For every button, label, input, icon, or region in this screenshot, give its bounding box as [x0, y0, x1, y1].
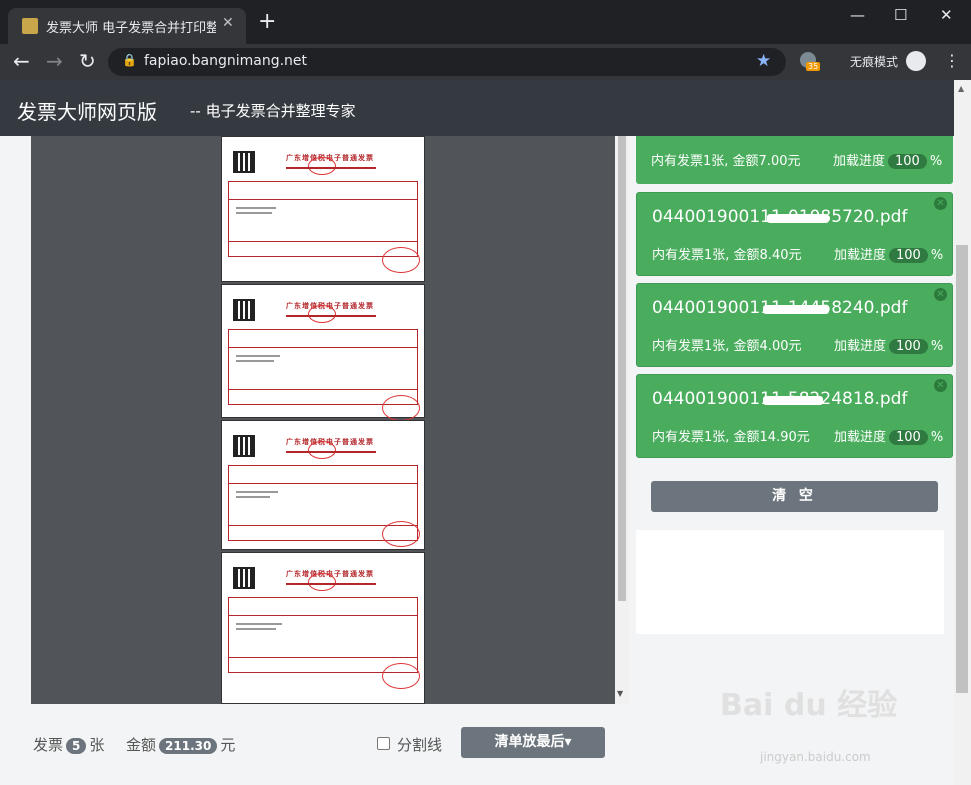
invoice-preview[interactable]: 广东增值税电子普通发票 广东增值税电子普通发票 广东增值税电子普通发票 广东增值… — [31, 136, 615, 704]
baidu-watermark-url: jingyan.baidu.com — [760, 750, 871, 764]
invoice-page: 广东增值税电子普通发票 — [221, 136, 425, 282]
remove-file-icon[interactable]: ✕ — [934, 288, 947, 301]
favicon-icon — [22, 18, 38, 34]
load-progress: 加载进度 100% — [834, 248, 944, 263]
invoice-count-badge: 5 — [66, 738, 87, 754]
tagline: -- 电子发票合并整理专家 — [190, 102, 356, 120]
divider-checkbox[interactable] — [377, 737, 390, 750]
brand-title[interactable]: 发票大师网页版 — [17, 96, 157, 125]
back-icon[interactable]: ← — [13, 50, 30, 72]
stamp-icon — [382, 395, 420, 421]
address-bar[interactable]: 🔒 fapiao.bangnimang.net ★ — [108, 48, 786, 76]
invoice-page: 广东增值税电子普通发票 — [221, 420, 425, 550]
invoice-count-stat: 发票 5 张 — [33, 736, 105, 754]
forward-icon[interactable]: → — [46, 50, 63, 72]
stamp-icon — [382, 663, 420, 689]
maximize-button[interactable]: ☐ — [894, 6, 907, 24]
stamp-icon — [382, 521, 420, 547]
file-card: ✕ 044001900111-01085720.pdf 内有发票1张, 金额8.… — [636, 192, 953, 276]
qr-code-icon — [233, 435, 255, 457]
amount-stat: 金额 211.30 元 — [126, 736, 236, 754]
file-card: ✕ 044001900111-58224818.pdf 内有发票1张, 金额14… — [636, 374, 953, 458]
scroll-up-arrow-icon[interactable]: ▲ — [958, 84, 964, 93]
lock-icon: 🔒 — [122, 53, 137, 67]
browser-tab[interactable]: 发票大师 电子发票合并打印整理 ✕ — [8, 8, 246, 44]
progress-badge: 100 — [889, 430, 928, 445]
incognito-label: 无痕模式 — [850, 55, 899, 69]
empty-panel — [636, 530, 944, 634]
stamp-icon — [382, 247, 420, 273]
clear-button[interactable]: 清 空 — [651, 481, 938, 512]
qr-code-icon — [233, 299, 255, 321]
file-card: 内有发票1张, 金额7.00元 加载进度 100% — [636, 136, 953, 184]
browser-tab-bar: 发票大师 电子发票合并打印整理 ✕ + — ☐ ✕ — [0, 0, 971, 44]
qr-code-icon — [233, 151, 255, 173]
scroll-down-arrow-icon[interactable]: ▼ — [617, 689, 623, 698]
remove-file-icon[interactable]: ✕ — [934, 379, 947, 392]
remove-file-icon[interactable]: ✕ — [934, 197, 947, 210]
seal-icon — [308, 573, 336, 591]
tab-close-icon[interactable]: ✕ — [222, 15, 234, 31]
amount-badge: 211.30 — [159, 738, 218, 754]
progress-badge: 100 — [889, 339, 928, 354]
file-info: 内有发票1张, 金额8.40元 — [652, 248, 802, 263]
load-progress: 加载进度 100% — [833, 154, 943, 169]
baidu-watermark: Bai du 经验 — [720, 688, 898, 723]
qr-code-icon — [233, 567, 255, 589]
list-order-dropdown[interactable]: 清单放最后▾ — [461, 727, 605, 758]
seal-icon — [308, 157, 336, 175]
reload-icon[interactable]: ↻ — [79, 50, 96, 72]
load-progress: 加载进度 100% — [834, 339, 944, 354]
file-info: 内有发票1张, 金额14.90元 — [652, 430, 810, 445]
divider-label[interactable]: 分割线 — [397, 734, 442, 755]
invoice-page: 广东增值税电子普通发票 — [221, 284, 425, 421]
load-progress: 加载进度 100% — [834, 430, 944, 445]
preview-scrollbar-thumb[interactable] — [618, 136, 626, 601]
close-window-button[interactable]: ✕ — [940, 6, 953, 24]
new-tab-button[interactable]: + — [258, 11, 276, 33]
seal-icon — [308, 441, 336, 459]
seal-icon — [308, 305, 336, 323]
progress-badge: 100 — [889, 248, 928, 263]
extension-badge: 35 — [806, 62, 821, 71]
minimize-button[interactable]: — — [850, 6, 865, 24]
browser-toolbar: ← → ↻ 🔒 fapiao.bangnimang.net ★ 35 无痕模式 … — [0, 44, 971, 80]
invoice-page: 广东增值税电子普通发票 — [221, 552, 425, 704]
tab-title: 发票大师 电子发票合并打印整理 — [46, 21, 216, 36]
app-header: 发票大师网页版 -- 电子发票合并整理专家 — [0, 80, 954, 136]
bookmark-star-icon[interactable]: ★ — [756, 51, 771, 71]
incognito-icon[interactable] — [906, 51, 926, 71]
progress-badge: 100 — [888, 154, 927, 169]
url-text[interactable]: fapiao.bangnimang.net — [144, 53, 307, 69]
file-info: 内有发票1张, 金额7.00元 — [651, 154, 801, 169]
file-card: ✕ 044001900111-14458240.pdf 内有发票1张, 金额4.… — [636, 283, 953, 367]
browser-menu-icon[interactable]: ⋮ — [944, 51, 960, 70]
page-scrollbar-thumb[interactable] — [956, 245, 968, 693]
file-info: 内有发票1张, 金额4.00元 — [652, 339, 802, 354]
